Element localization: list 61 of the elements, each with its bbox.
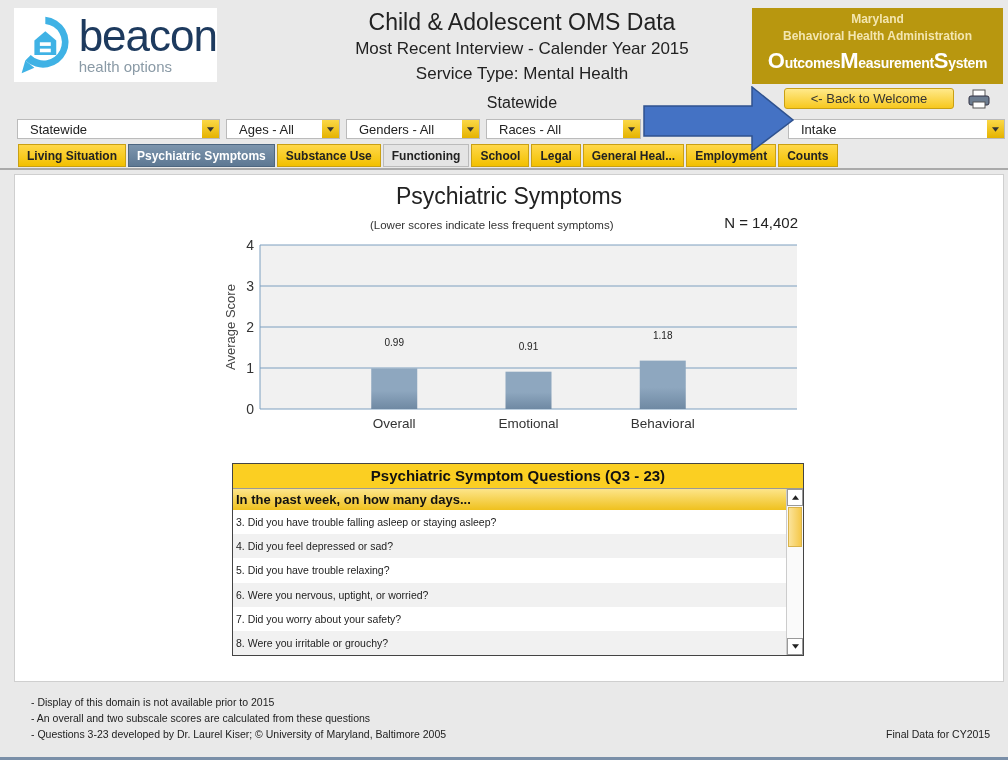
y-tick-label: 4 <box>246 237 254 253</box>
question-row: 8. Were you irritable or grouchy? <box>233 631 786 656</box>
caret-icon <box>327 126 334 132</box>
filter-dropdown[interactable]: Genders - All <box>346 119 480 139</box>
sample-size: N = 14,402 <box>724 214 798 231</box>
tab[interactable]: Living Situation <box>18 144 126 167</box>
caret-icon <box>207 126 214 132</box>
caret-icon <box>628 126 635 132</box>
bar-value-label: 1.18 <box>653 329 673 341</box>
data-status: Final Data for CY2015 <box>886 727 990 742</box>
region-label: Statewide <box>486 94 558 112</box>
tab[interactable]: Counts <box>778 144 838 167</box>
scrollbar-thumb[interactable] <box>788 507 802 547</box>
questions-title: Psychiatric Symptom Questions (Q3 - 23) <box>233 464 803 489</box>
tab[interactable]: Legal <box>531 144 581 167</box>
footnote: - Display of this domain is not available prior to 2015 <box>31 695 276 710</box>
scrollbar[interactable] <box>786 489 803 655</box>
back-button[interactable]: <- Back to Welcome <box>784 88 954 109</box>
tab[interactable]: General Heal... <box>582 144 685 167</box>
caret-icon <box>992 126 999 132</box>
footnote: - An overall and two subscale scores are calculated from these questions <box>31 711 372 726</box>
column-header: In the past week, on how many days... <box>233 489 786 510</box>
caret-icon <box>467 126 474 132</box>
bar-value-label: 0.91 <box>518 340 539 352</box>
x-tick-label: Emotional <box>498 416 559 431</box>
y-tick-label: 1 <box>246 360 254 376</box>
agency-name: Behavioral Health Administration <box>782 28 973 45</box>
bar <box>371 368 418 409</box>
tab[interactable]: Substance Use <box>276 144 381 167</box>
y-tick-label: 0 <box>246 401 254 417</box>
y-axis-title: Average Score <box>223 284 238 370</box>
bar <box>505 371 552 409</box>
scroll-down-icon[interactable] <box>791 644 799 649</box>
filter-dropdown[interactable]: Ages - All <box>226 119 340 139</box>
chart-subtitle: (Lower scores indicate less frequent symptoms) <box>370 219 614 231</box>
filter-dropdown[interactable]: Races - All <box>486 119 641 139</box>
filter-dropdown[interactable]: Statewide <box>17 119 220 139</box>
bar <box>639 360 686 409</box>
footnote: - Questions 3-23 developed by Dr. Laurel Kiser; © University of Maryland, Baltimore 2005 <box>31 727 447 742</box>
y-tick-label: 3 <box>246 278 254 294</box>
scroll-up-icon[interactable] <box>791 495 799 500</box>
question-row: 4. Did you feel depressed or sad? <box>233 534 786 559</box>
page-subtitle: Service Type: Mental Health <box>415 63 629 85</box>
system-name: OutcomesMeasurementSystem <box>766 48 989 74</box>
agency-state: Maryland <box>850 11 905 28</box>
filter-dropdown[interactable]: Intake <box>788 119 1005 139</box>
question-row: 6. Were you nervous, uptight, or worried? <box>233 582 786 607</box>
chart-title: Psychiatric Symptoms <box>395 183 623 210</box>
page-subtitle: Most Recent Interview - Calender Year 2015 <box>355 38 689 60</box>
arrow-icon <box>643 86 795 152</box>
page-title: Child & Adolescent OMS Data <box>368 8 676 36</box>
x-tick-label: Behavioral <box>630 416 695 431</box>
logo-tagline: health options <box>78 58 174 76</box>
logo-wordmark: beacon <box>78 14 217 58</box>
y-tick-label: 2 <box>246 319 254 335</box>
printer-icon[interactable] <box>968 88 990 109</box>
tab[interactable]: Psychiatric Symptoms <box>128 144 275 167</box>
x-tick-label: Overall <box>372 416 416 431</box>
tab[interactable]: Employment <box>686 144 777 167</box>
tab[interactable]: School <box>471 144 530 167</box>
bar-value-label: 0.99 <box>384 337 404 349</box>
